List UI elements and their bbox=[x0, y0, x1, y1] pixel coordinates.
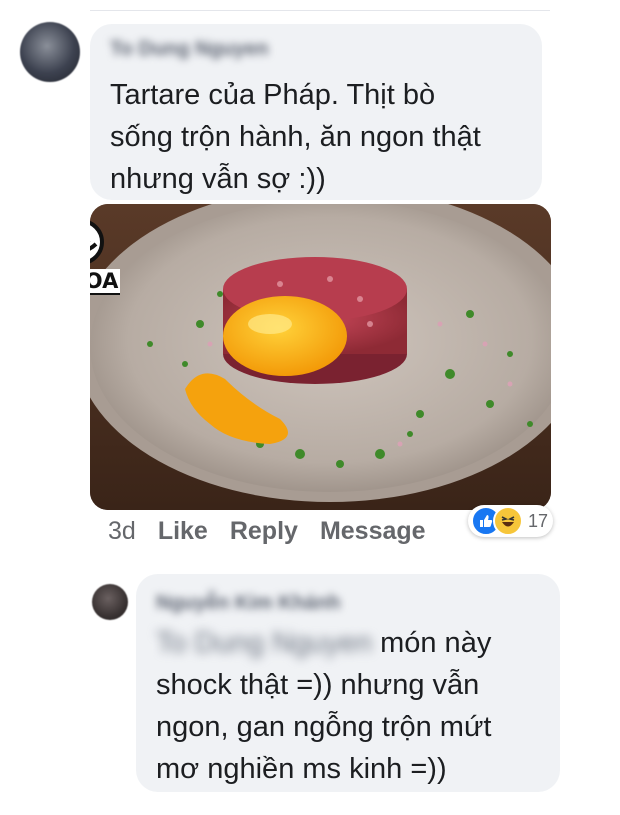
reply-bubble: Nguyễn Kim Khánh To Dung Nguyen món này … bbox=[136, 574, 560, 792]
commenter-avatar[interactable] bbox=[20, 22, 80, 82]
reply-text-line: To Dung Nguyen món này bbox=[156, 622, 491, 664]
reply-text-line: ngon, gan ngỗng trộn mứt bbox=[156, 711, 492, 743]
reply-text-fragment: món này bbox=[372, 627, 492, 659]
reply-author-name[interactable]: Nguyễn Kim Khánh bbox=[156, 592, 340, 615]
haha-icon bbox=[493, 506, 523, 536]
ngoa-watermark-logo: NGOA bbox=[90, 218, 121, 298]
top-divider bbox=[90, 10, 550, 11]
comment-bubble: To Dung Nguyen Tartare của Pháp. Thịt bò… bbox=[90, 24, 542, 200]
reaction-count: 17 bbox=[528, 510, 549, 531]
reply-button[interactable]: Reply bbox=[230, 517, 298, 546]
comment-text-line: nhưng vẫn sợ :)) bbox=[110, 163, 326, 195]
comment-text-line: sống trộn hành, ăn ngon thật bbox=[110, 121, 481, 153]
message-button[interactable]: Message bbox=[320, 517, 426, 546]
commenter-avatar[interactable] bbox=[92, 584, 128, 620]
comment-timestamp[interactable]: 3d bbox=[108, 517, 136, 546]
ngoa-logo-text: NGOA bbox=[90, 269, 121, 295]
reply-text-line: mơ nghiền ms kinh =)) bbox=[156, 753, 447, 785]
beef-tartare-photo bbox=[90, 204, 551, 510]
comment-photo[interactable]: NGOA bbox=[90, 204, 551, 510]
like-button[interactable]: Like bbox=[158, 517, 208, 546]
comment-author-name[interactable]: To Dung Nguyen bbox=[110, 38, 269, 61]
mention-tag[interactable]: To Dung Nguyen bbox=[156, 627, 372, 659]
comment-actions: 3d Like Reply Message bbox=[108, 516, 448, 546]
reply-text-line: shock thật =)) nhưng vẫn bbox=[156, 669, 480, 701]
reaction-summary[interactable]: 17 bbox=[468, 505, 553, 537]
comment-text-line: Tartare của Pháp. Thịt bò bbox=[110, 79, 436, 111]
